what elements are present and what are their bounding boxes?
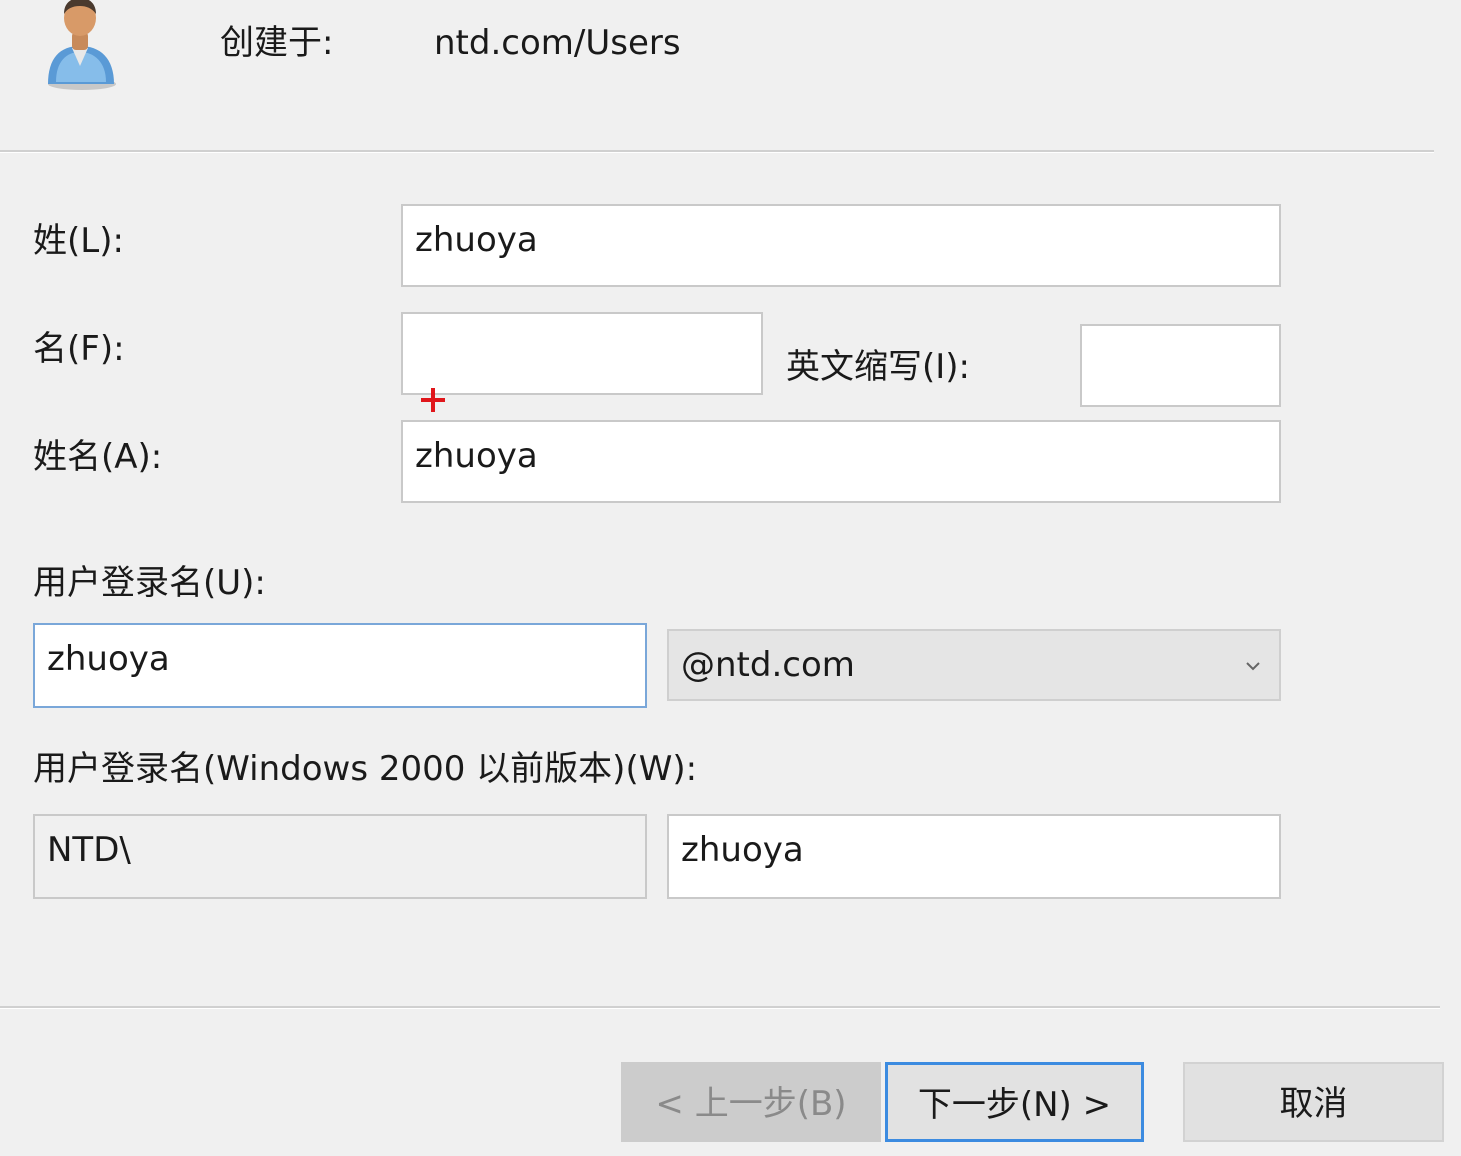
logon-name-label: 用户登录名(U): [33, 563, 266, 603]
full-name-label: 姓名(A): [33, 437, 163, 477]
pre2000-logon-label: 用户登录名(Windows 2000 以前版本)(W): [33, 749, 698, 789]
header-divider [0, 150, 1434, 153]
initials-label: 英文缩写(I): [786, 347, 971, 387]
last-name-label: 姓(L): [33, 221, 124, 261]
created-in-value: ntd.com/Users [434, 23, 681, 63]
first-name-field[interactable] [401, 312, 763, 395]
first-name-label: 名(F): [33, 329, 125, 369]
upn-suffix-value: @ntd.com [681, 645, 855, 685]
created-in-label: 创建于: [220, 23, 334, 63]
cancel-button[interactable]: 取消 [1183, 1062, 1444, 1142]
pre2000-logon-field[interactable]: zhuoya [667, 814, 1281, 899]
domain-prefix-field: NTD\ [33, 814, 647, 899]
next-button[interactable]: 下一步(N) > [885, 1062, 1144, 1142]
chevron-down-icon [1243, 647, 1263, 671]
logon-name-field[interactable]: zhuoya [33, 623, 647, 708]
user-icon [38, 0, 122, 92]
back-button[interactable]: < 上一步(B) [621, 1062, 881, 1142]
new-user-dialog: 创建于: ntd.com/Users 姓(L): zhuoya 名(F): 英文… [0, 0, 1461, 1156]
crosshair-cursor-icon [419, 386, 447, 414]
initials-field[interactable] [1080, 324, 1281, 407]
upn-suffix-dropdown[interactable]: @ntd.com [667, 629, 1281, 701]
footer-divider [0, 1006, 1440, 1009]
full-name-field[interactable]: zhuoya [401, 420, 1281, 503]
last-name-field[interactable]: zhuoya [401, 204, 1281, 287]
